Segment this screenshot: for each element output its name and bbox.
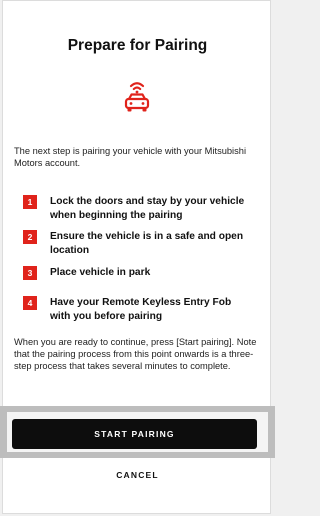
step-item: 3 Place vehicle in park [23, 266, 253, 280]
step-text: Place vehicle in park [50, 267, 151, 278]
connected-car-icon [124, 82, 150, 112]
step-number-badge: 3 [23, 266, 37, 280]
step-number-badge: 2 [23, 230, 37, 244]
page-title: Prepare for Pairing [67, 37, 208, 54]
intro-text: The next step is pairing your vehicle wi… [14, 146, 247, 168]
step-text: Have your Remote Keyless Entry Fob with … [50, 297, 232, 322]
step-item: 2 Ensure the vehicle is in a safe and op… [23, 230, 253, 257]
step-text: Lock the doors and stay by your vehicle … [50, 196, 245, 221]
step-number-badge: 4 [23, 296, 37, 310]
start-pairing-button[interactable]: START PAIRING [12, 419, 257, 449]
step-item: 1 Lock the doors and stay by your vehicl… [23, 195, 253, 222]
step-text: Ensure the vehicle is in a safe and open… [50, 231, 244, 256]
step-item: 4 Have your Remote Keyless Entry Fob wit… [23, 296, 253, 323]
cancel-button[interactable]: CANCEL [0, 470, 275, 480]
pairing-note: When you are ready to continue, press [S… [14, 337, 257, 371]
step-number-badge: 1 [23, 195, 37, 209]
